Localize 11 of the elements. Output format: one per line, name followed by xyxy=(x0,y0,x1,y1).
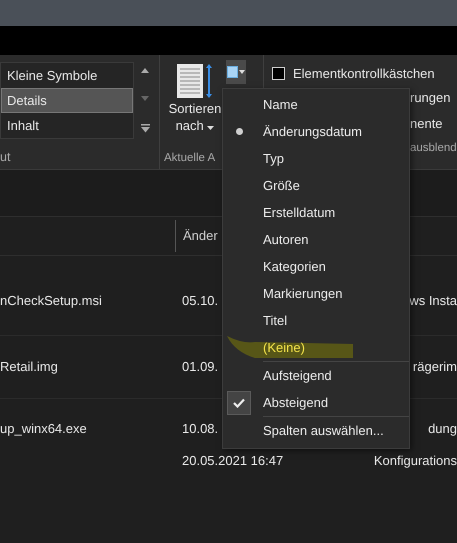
date-cell: 05.10. xyxy=(182,293,218,308)
date-cell: 01.09. xyxy=(182,359,218,374)
type-cell: dung xyxy=(428,421,457,436)
type-cell: rägerim xyxy=(412,359,457,374)
group-label: Aktuelle A xyxy=(163,152,216,164)
date-cell: 20.05.2021 16:47 xyxy=(182,453,284,468)
group-label: ausblend xyxy=(410,141,456,156)
date-cell: 10.08. xyxy=(182,421,218,436)
type-cell: Konfigurations xyxy=(374,453,457,468)
type-cell: ws Insta xyxy=(409,293,457,308)
group-label: ut xyxy=(0,150,12,164)
